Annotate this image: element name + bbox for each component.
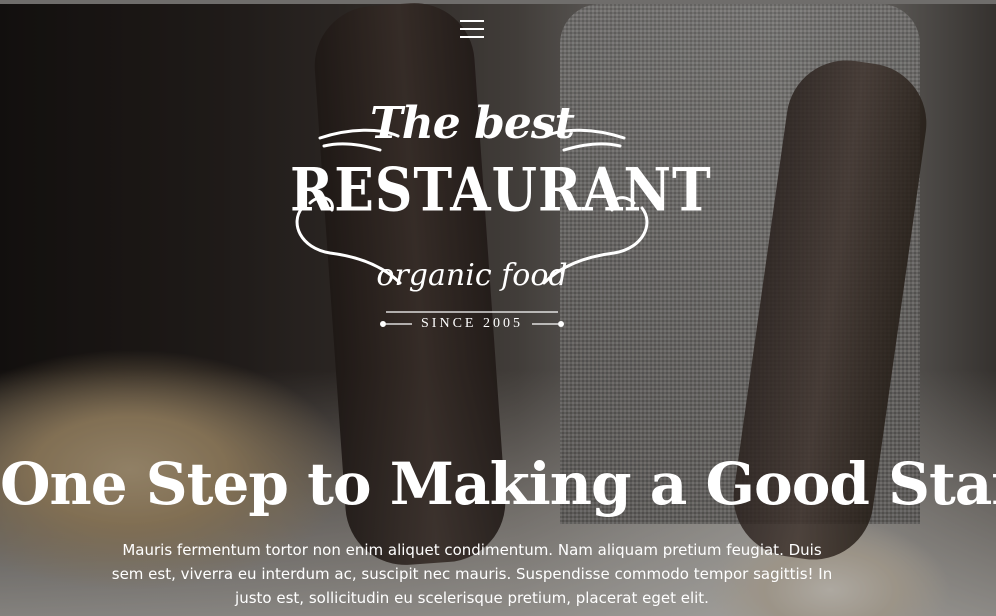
hero-description: Mauris fermentum tortor non enim aliquet… <box>111 541 833 607</box>
menu-line-top <box>460 20 484 22</box>
logo-top-text: The best <box>370 98 575 149</box>
hamburger-menu-icon[interactable] <box>460 20 484 42</box>
logo-since-text: SINCE 2005 <box>421 316 523 331</box>
logo-main-text: RESTAURANT <box>290 155 712 226</box>
hero-headline: One Step to Making a Good Start <box>0 450 996 518</box>
restaurant-logo[interactable]: The best RESTAURANT organic food SINCE 2… <box>290 98 712 338</box>
menu-line-middle <box>460 28 484 30</box>
menu-line-bottom <box>460 36 484 38</box>
hero-section: The best RESTAURANT organic food SINCE 2… <box>0 0 996 616</box>
logo-sub-text: organic food <box>376 258 568 293</box>
